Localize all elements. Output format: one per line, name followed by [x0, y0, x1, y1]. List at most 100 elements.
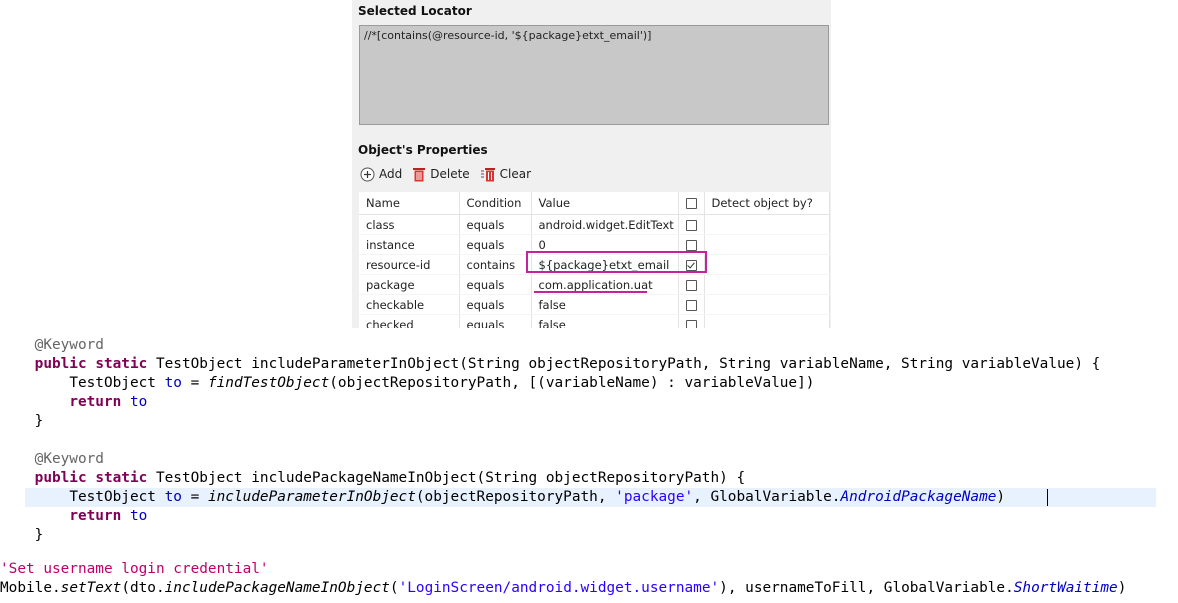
code-line: @Keyword	[0, 336, 1178, 355]
column-header-value[interactable]: Value	[531, 192, 679, 215]
select-all-cell	[678, 192, 705, 215]
cell-empty	[704, 294, 830, 315]
cell-value[interactable]: false	[531, 314, 679, 328]
method-call: setText	[60, 580, 122, 596]
code-text: , GlobalVariable.	[866, 580, 1014, 596]
static-field: ShortWaitime	[1013, 580, 1118, 596]
add-button[interactable]: Add	[360, 167, 402, 182]
code-text: TestObject includeParameterInObject(Stri…	[147, 356, 1101, 372]
add-icon	[360, 167, 375, 181]
clear-label: Clear	[499, 167, 532, 181]
code-line: }	[0, 526, 1178, 545]
cell-condition[interactable]: equals	[459, 294, 532, 315]
code-line: public static TestObject includePackageN…	[0, 469, 1178, 488]
code-text: Mobile.	[0, 580, 61, 596]
selected-locator-title: Selected Locator	[358, 4, 472, 18]
object-properties-title: Object's Properties	[358, 143, 488, 157]
cell-empty	[704, 214, 830, 235]
cell-detect	[678, 294, 705, 315]
detect-checkbox[interactable]	[685, 219, 697, 231]
cell-value[interactable]: false	[531, 294, 679, 315]
keyword: static	[95, 470, 148, 486]
code-text: (objectRepositoryPath,	[415, 489, 616, 505]
code-text: TestObject	[69, 489, 165, 505]
text-caret	[1047, 489, 1048, 506]
variable: usernameToFill	[745, 580, 867, 596]
code-line: }	[0, 412, 1178, 431]
cell-detect	[678, 274, 705, 295]
properties-toolbar: Add Delete Clear	[360, 165, 531, 183]
cell-empty	[704, 254, 830, 275]
code-text: =	[181, 375, 208, 391]
code-line: Mobile.setText(dto.includePackageNameInO…	[0, 579, 1178, 598]
cell-name[interactable]: resource-id	[359, 254, 460, 275]
highlight-underline-package	[534, 291, 647, 293]
add-label: Add	[379, 167, 403, 181]
table-row[interactable]: checkable equals false	[359, 294, 830, 315]
cell-condition[interactable]: contains	[459, 254, 532, 275]
code-line: public static TestObject includeParamete…	[0, 355, 1178, 374]
clear-button[interactable]: Clear	[480, 166, 531, 182]
code-line: TestObject to = findTestObject(objectRep…	[0, 374, 1178, 393]
cell-condition[interactable]: equals	[459, 234, 532, 255]
table-row[interactable]: checked equals false	[359, 314, 830, 328]
code-line: 'Set username login credential'	[0, 560, 1178, 579]
column-header-detect[interactable]: Detect object by?	[704, 192, 830, 215]
keyword: public	[34, 356, 87, 372]
detect-checkbox[interactable]	[685, 239, 697, 251]
string-literal: 'package'	[615, 489, 694, 505]
keyword: return	[69, 508, 122, 524]
table-header-row: Name Condition Value Detect object by?	[359, 192, 830, 215]
column-header-name[interactable]: Name	[359, 192, 460, 215]
code-line-current[interactable]: TestObject to = includeParameterInObject…	[0, 488, 1178, 507]
cell-name[interactable]: class	[359, 214, 460, 235]
selected-locator-textbox[interactable]: //*[contains(@resource-id, '${package}et…	[359, 25, 829, 125]
code-text: (objectRepositoryPath, [(variableName) :…	[329, 375, 815, 391]
annotation: @Keyword	[34, 451, 104, 467]
code-text: TestObject includePackageNameInObject(St…	[147, 470, 746, 486]
cell-condition[interactable]: equals	[459, 214, 532, 235]
code-line: return to	[0, 507, 1178, 526]
variable: to	[164, 489, 182, 505]
cell-empty	[704, 234, 830, 255]
cell-empty	[704, 314, 830, 328]
detect-checkbox[interactable]	[685, 299, 697, 311]
object-properties-panel: Selected Locator //*[contains(@resource-…	[352, 0, 831, 328]
delete-label: Delete	[430, 167, 470, 181]
detect-checkbox[interactable]	[685, 319, 697, 328]
code-line: @Keyword	[0, 450, 1178, 469]
cell-condition[interactable]: equals	[459, 274, 532, 295]
code-text: (dto.	[121, 580, 165, 596]
code-text: )	[996, 489, 1006, 505]
delete-button[interactable]: Delete	[412, 166, 470, 182]
detect-checkbox[interactable]	[685, 279, 697, 291]
cell-condition[interactable]: equals	[459, 314, 532, 328]
keyword: return	[69, 394, 122, 410]
code-text: }	[34, 413, 44, 429]
cell-value[interactable]: android.widget.EditText	[531, 214, 679, 235]
variable: to	[129, 508, 148, 524]
table-row[interactable]: class equals android.widget.EditText	[359, 214, 830, 235]
annotation: @Keyword	[34, 337, 104, 353]
method-call: includeParameterInObject	[207, 489, 416, 505]
cell-name[interactable]: package	[359, 274, 460, 295]
code-text: (	[389, 580, 399, 596]
cell-detect	[678, 314, 705, 328]
static-field: AndroidPackageName	[840, 489, 997, 505]
method-call: findTestObject	[207, 375, 330, 391]
cell-name[interactable]: checked	[359, 314, 460, 328]
code-text: }	[34, 527, 44, 543]
variable: to	[129, 394, 148, 410]
column-header-condition[interactable]: Condition	[459, 192, 532, 215]
keyword: public	[34, 470, 87, 486]
step-description-string: 'Set username login credential'	[0, 561, 269, 577]
cell-name[interactable]: checkable	[359, 294, 460, 315]
code-text: , GlobalVariable.	[693, 489, 841, 505]
cell-detect	[678, 214, 705, 235]
select-all-checkbox[interactable]	[685, 198, 697, 209]
trash-icon	[413, 168, 426, 182]
highlight-box-resource-id	[526, 251, 707, 273]
cell-name[interactable]: instance	[359, 234, 460, 255]
string-literal: 'LoginScreen/android.widget.username'	[398, 580, 720, 596]
variable: to	[164, 375, 182, 391]
